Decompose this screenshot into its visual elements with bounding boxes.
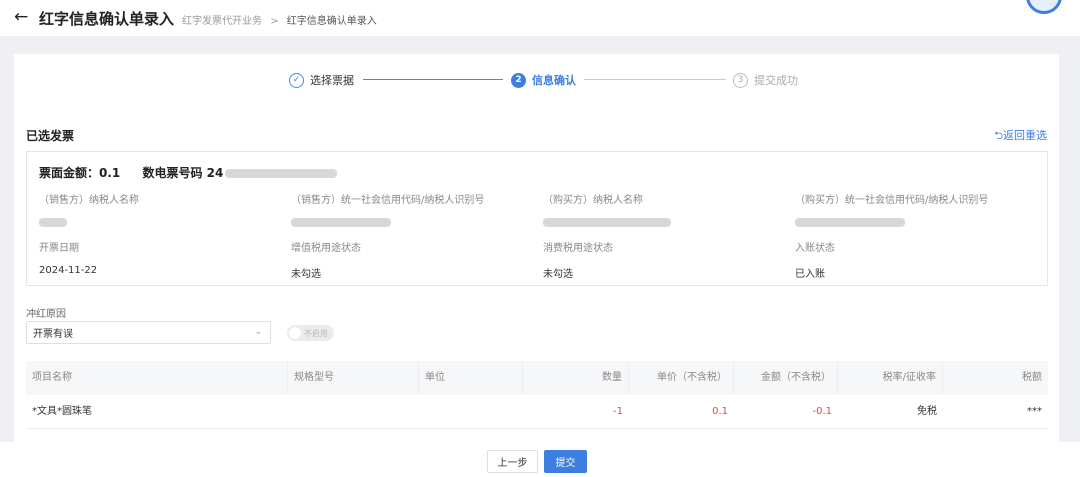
amount-label: 票面金额： <box>39 166 100 180</box>
step-label: 提交成功 <box>754 74 798 87</box>
cell-quantity: -1 <box>613 406 623 417</box>
step-number-icon: 2 <box>511 72 526 88</box>
invoice-head: 票面金额：0.1 数电票号码 24 <box>39 164 338 181</box>
vat-usage-status-field: 增值税用途状态 未勾选 <box>291 243 361 280</box>
redacted-block <box>225 169 338 178</box>
toggle-label: 不启用 <box>304 329 328 338</box>
cell-tax: *** <box>1027 406 1042 417</box>
step-info-confirm: 2 信息确认 <box>511 72 576 88</box>
step-label: 信息确认 <box>532 74 576 87</box>
top-header: ← 红字信息确认单录入 红字发票代开业务 > 红字信息确认单录入 <box>0 0 1080 36</box>
col-tax: 税额 <box>1022 372 1042 383</box>
booking-status-field: 入账状态 已入账 <box>795 243 835 280</box>
col-unit: 单位 <box>419 361 523 395</box>
reselect-link[interactable]: ⮌返回重选 <box>994 127 1047 146</box>
issue-date-field: 开票日期 2024-11-22 <box>39 243 98 276</box>
cell-tax-rate: 免税 <box>917 406 937 417</box>
col-spec: 规格型号 <box>288 361 419 395</box>
submit-button[interactable]: 提交 <box>544 450 587 473</box>
cell-spec <box>288 395 419 429</box>
breadcrumb: 红字发票代开业务 > 红字信息确认单录入 <box>182 12 377 27</box>
chevron-down-icon: ⌄ <box>254 327 262 337</box>
cell-amount: -0.1 <box>812 406 832 417</box>
toggle-switch[interactable]: 不启用 <box>287 325 334 341</box>
seller-taxid-field: （销售方）统一社会信用代码/纳税人识别号 <box>291 191 484 229</box>
reason-label: 冲红原因 <box>26 309 66 320</box>
prev-button[interactable]: 上一步 <box>487 450 538 473</box>
step-connector <box>363 79 503 80</box>
step-connector <box>584 79 726 80</box>
consumption-tax-status-field: 消费税用途状态 未勾选 <box>543 243 613 280</box>
col-amount: 金额（不含税） <box>734 361 838 395</box>
toggle-knob <box>289 327 301 339</box>
section-title: 已选发票 <box>26 129 75 143</box>
col-unit-price: 单价（不含税） <box>629 361 734 395</box>
stepper: ✓ 选择票据 2 信息确认 3 提交成功 <box>289 72 809 88</box>
reselect-label: 返回重选 <box>1003 129 1047 142</box>
back-arrow-icon[interactable]: ← <box>14 7 28 27</box>
page-title: 红字信息确认单录入 <box>39 10 175 28</box>
avatar[interactable] <box>1026 0 1062 14</box>
main-card: ✓ 选择票据 2 信息确认 3 提交成功 已选发票 ⮌返回重选 票面金额：0.1… <box>14 54 1059 442</box>
breadcrumb-item-parent[interactable]: 红字发票代开业务 <box>182 16 262 27</box>
table-header: 项目名称 规格型号 单位 数量 单价（不含税） 金额（不含税） 税率/征收率 税… <box>26 361 1048 395</box>
invoice-summary: 票面金额：0.1 数电票号码 24 （销售方）纳税人名称 （销售方）统一社会信用… <box>26 151 1048 286</box>
breadcrumb-item-current: 红字信息确认单录入 <box>286 16 377 27</box>
redacted-block <box>39 217 67 227</box>
step-label: 选择票据 <box>310 74 354 87</box>
col-quantity: 数量 <box>523 361 629 395</box>
step-submit-success: 3 提交成功 <box>733 72 798 88</box>
redacted-block <box>291 217 391 227</box>
reason-value: 开票有误 <box>33 329 73 340</box>
step-number-icon: 3 <box>733 72 748 88</box>
step-check-icon: ✓ <box>289 72 304 88</box>
seller-name-field: （销售方）纳税人名称 <box>39 191 139 229</box>
cell-item-name: *文具*圆珠笔 <box>32 406 92 417</box>
redacted-block <box>543 217 671 227</box>
return-icon: ⮌ <box>994 129 1003 142</box>
invoice-number-value: 24 <box>206 166 224 180</box>
cell-unit-price: 0.1 <box>712 406 728 417</box>
step-select-ticket: ✓ 选择票据 <box>289 72 354 88</box>
reason-select[interactable]: 开票有误 ⌄ <box>26 321 271 344</box>
buyer-taxid-field: （购买方）统一社会信用代码/纳税人识别号 <box>795 191 988 229</box>
breadcrumb-separator-icon: > <box>270 16 279 27</box>
col-tax-rate: 税率/征收率 <box>838 361 943 395</box>
table-row: *文具*圆珠笔 -1 0.1 -0.1 免税 *** <box>26 395 1048 429</box>
invoice-number-label: 数电票号码 <box>142 166 203 180</box>
footer-bar: 上一步 提交 <box>0 442 1080 477</box>
cell-unit <box>419 395 523 429</box>
col-item-name: 项目名称 <box>26 361 288 395</box>
redacted-block <box>795 217 905 227</box>
amount-value: 0.1 <box>99 166 121 180</box>
buyer-name-field: （购买方）纳税人名称 <box>543 191 671 229</box>
